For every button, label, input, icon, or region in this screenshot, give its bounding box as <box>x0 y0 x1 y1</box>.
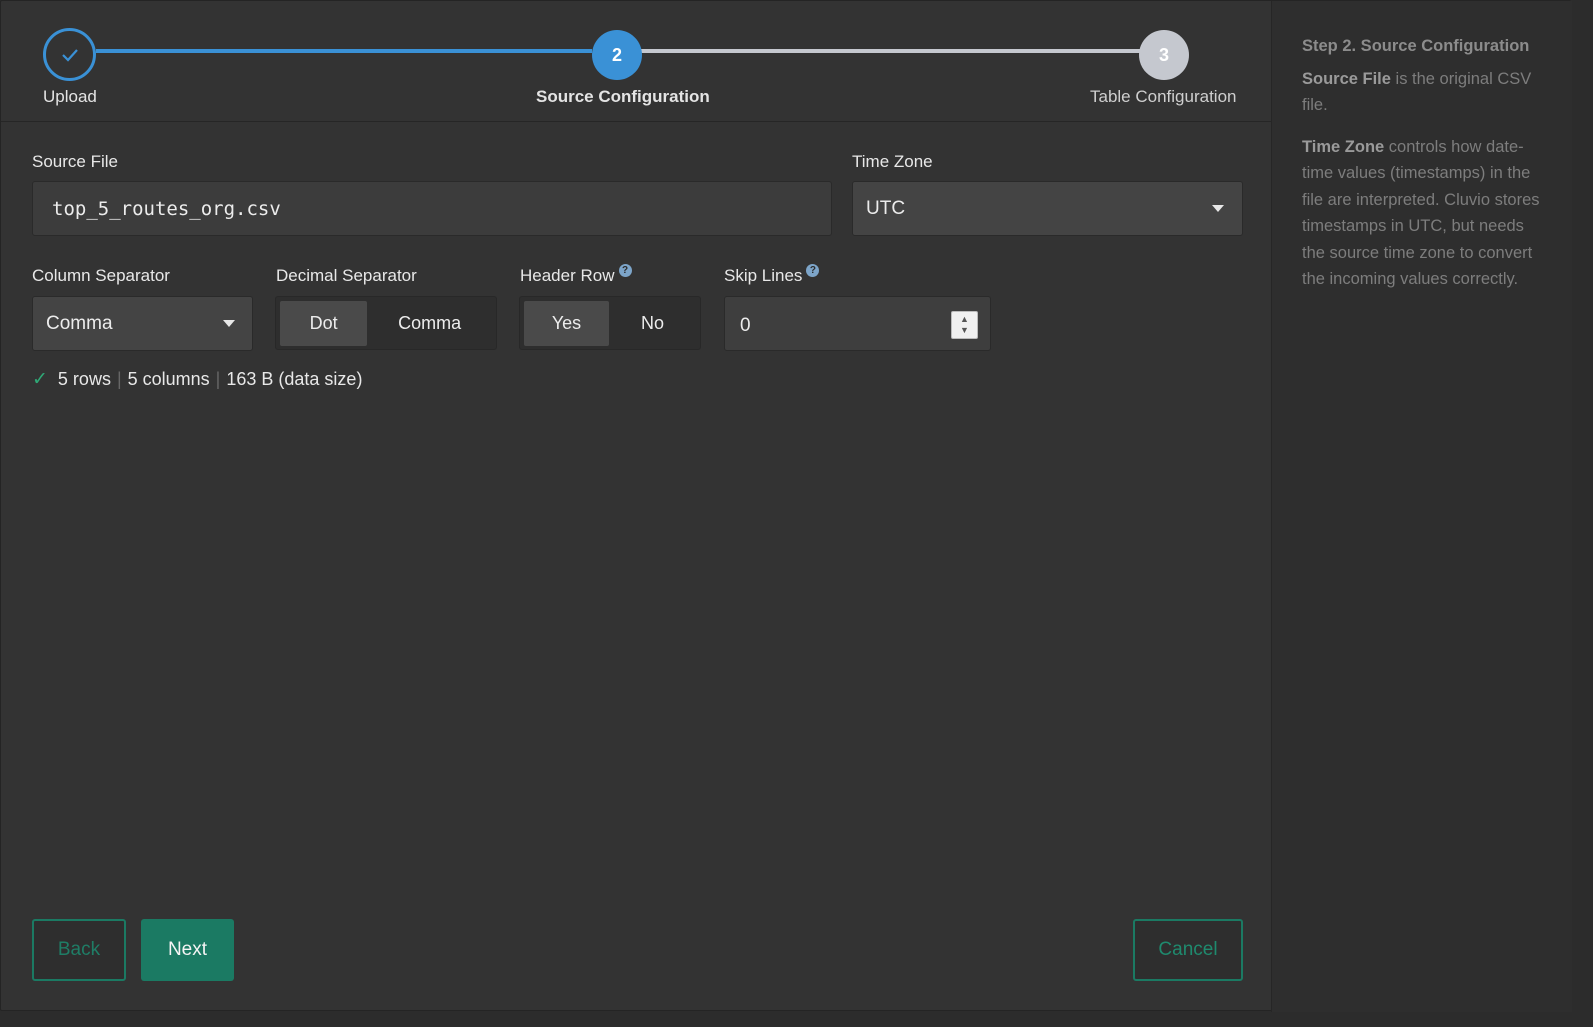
decimal-separator-toggle: Dot Comma <box>275 296 497 350</box>
decimal-option-comma[interactable]: Comma <box>367 301 492 346</box>
time-zone-select[interactable]: UTC <box>852 181 1243 236</box>
check-icon: ✓ <box>32 369 48 390</box>
checkmark-icon <box>61 48 78 62</box>
help-panel: Step 2. Source Configuration Source File… <box>1271 1 1572 1012</box>
column-separator-label: Column Separator <box>32 266 170 285</box>
help-source-file: Source File is the original CSV file. <box>1302 66 1550 119</box>
step-2-label[interactable]: Source Configuration <box>536 87 710 107</box>
main-panel: 2 3 Upload Source Configuration Table Co… <box>1 1 1271 1012</box>
number-stepper[interactable]: ▲ ▼ <box>951 311 978 339</box>
source-file-field: top_5_routes_org.csv <box>32 181 832 236</box>
help-time-zone: Time Zone controls how date-time values … <box>1302 134 1550 293</box>
stats-divider: | <box>215 369 221 389</box>
header-row-toggle: Yes No <box>519 296 701 350</box>
help-time-zone-term: Time Zone <box>1302 137 1385 156</box>
help-title: Step 2. Source Configuration <box>1302 37 1530 55</box>
step-3-circle[interactable]: 3 <box>1139 30 1189 80</box>
step-1-circle[interactable] <box>43 28 96 81</box>
help-icon[interactable]: ? <box>618 264 632 277</box>
source-file-label: Source File <box>32 152 118 171</box>
cancel-button[interactable]: Cancel <box>1133 919 1243 981</box>
help-time-zone-text: controls how date-time values (timestamp… <box>1302 137 1540 289</box>
skip-lines-input[interactable]: 0 ▲ ▼ <box>724 296 991 351</box>
step-2-circle[interactable]: 2 <box>592 30 642 80</box>
chevron-down-icon <box>1212 205 1224 212</box>
chevron-up-icon[interactable]: ▲ <box>960 314 969 325</box>
chevron-down-icon <box>223 320 235 327</box>
stepper-pending-line <box>641 49 1143 53</box>
header-row-label: Header Row? <box>520 264 632 286</box>
stepper-progress-line <box>96 49 592 53</box>
stats-size: 163 B (data size) <box>226 369 363 389</box>
step-3-label[interactable]: Table Configuration <box>1090 87 1236 107</box>
step-3-number: 3 <box>1158 44 1169 65</box>
skip-lines-label: Skip Lines? <box>724 264 820 286</box>
step-2-number: 2 <box>611 44 622 65</box>
import-dialog: 2 3 Upload Source Configuration Table Co… <box>0 0 1572 1012</box>
stepper: 2 3 Upload Source Configuration Table Co… <box>1 1 1271 122</box>
help-source-file-term: Source File <box>1302 69 1391 88</box>
stats-divider: | <box>116 369 122 389</box>
back-button[interactable]: Back <box>32 919 126 981</box>
decimal-option-dot[interactable]: Dot <box>280 300 368 346</box>
column-separator-select[interactable]: Comma <box>32 296 253 351</box>
column-separator-value: Comma <box>46 312 113 334</box>
help-icon[interactable]: ? <box>806 264 820 277</box>
skip-lines-value: 0 <box>740 315 751 336</box>
next-button[interactable]: Next <box>141 919 234 981</box>
chevron-down-icon[interactable]: ▼ <box>960 325 969 336</box>
decimal-separator-label: Decimal Separator <box>276 266 417 285</box>
time-zone-value: UTC <box>866 197 906 219</box>
skip-lines-label-text: Skip Lines <box>724 266 803 285</box>
stats-columns: 5 columns <box>127 369 210 389</box>
header-option-no[interactable]: No <box>609 301 696 346</box>
stats-rows: 5 rows <box>57 369 111 389</box>
time-zone-label: Time Zone <box>852 152 933 171</box>
file-stats: ✓ 5 rows | 5 columns | 163 B (data size) <box>32 368 362 391</box>
header-row-label-text: Header Row <box>520 266 615 285</box>
step-1-label[interactable]: Upload <box>43 87 97 107</box>
header-option-yes[interactable]: Yes <box>524 300 610 346</box>
